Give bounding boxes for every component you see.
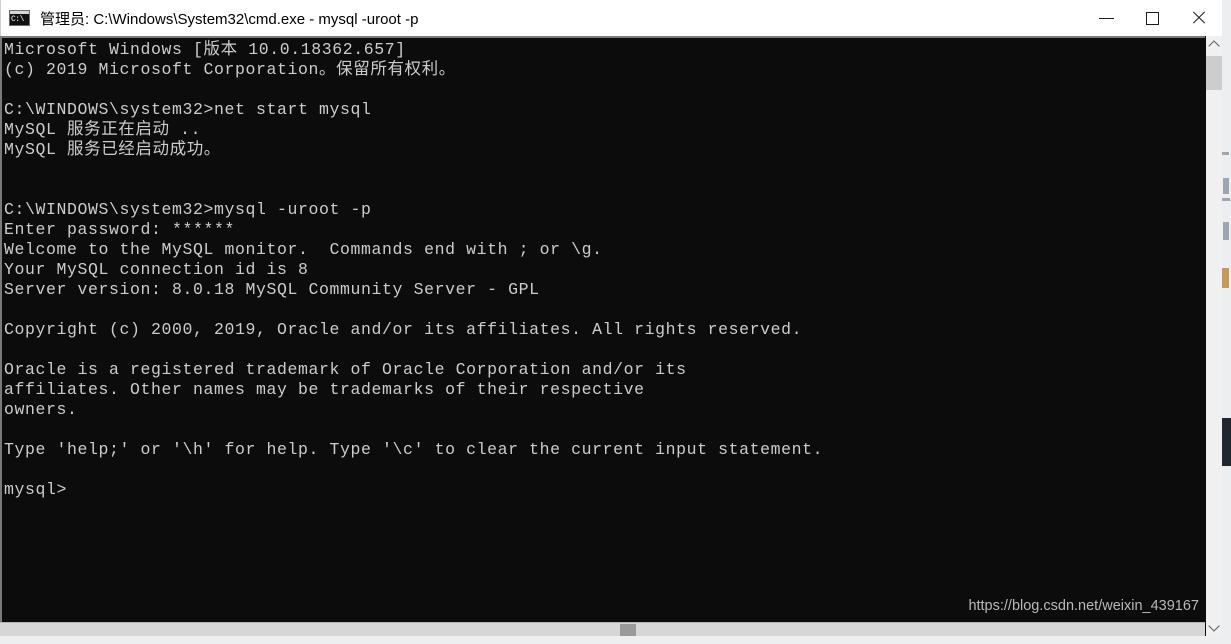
maximize-icon — [1146, 12, 1159, 25]
terminal-text: Microsoft Windows [版本 10.0.18362.657] (c… — [4, 40, 824, 499]
scroll-up-button[interactable] — [1206, 36, 1222, 54]
horizontal-scrollbar-thumb[interactable] — [620, 624, 636, 636]
vertical-scrollbar-thumb[interactable] — [1206, 56, 1222, 90]
background-artifact — [1223, 222, 1229, 240]
chevron-up-icon — [1208, 40, 1220, 52]
minimize-icon — [1099, 18, 1114, 19]
console-body: Microsoft Windows [版本 10.0.18362.657] (c… — [0, 36, 1222, 636]
maximize-button[interactable] — [1130, 0, 1176, 36]
background-artifact — [1223, 178, 1229, 194]
console-window: C:\ 管理员: C:\Windows\System32\cmd.exe - m… — [0, 0, 1222, 636]
background-artifact — [1222, 198, 1230, 201]
watermark-url: https://blog.csdn.net/weixin_439167 — [968, 598, 1199, 614]
title-bar[interactable]: C:\ 管理员: C:\Windows\System32\cmd.exe - m… — [0, 0, 1222, 37]
horizontal-scrollbar[interactable] — [0, 622, 1205, 636]
title-bar-edge — [0, 0, 1, 36]
window-title: 管理员: C:\Windows\System32\cmd.exe - mysql… — [40, 10, 419, 28]
scroll-down-button[interactable] — [1206, 618, 1222, 636]
cmd-icon-prompt: C:\ — [10, 14, 29, 25]
chevron-down-icon — [1208, 620, 1220, 632]
background-artifact — [1222, 268, 1229, 288]
minimize-button[interactable] — [1084, 0, 1130, 36]
background-artifact — [1222, 418, 1231, 466]
window-controls — [1084, 0, 1222, 36]
cmd-console-icon: C:\ — [9, 9, 31, 27]
background-artifact — [1222, 152, 1229, 155]
terminal-output-area[interactable]: Microsoft Windows [版本 10.0.18362.657] (c… — [0, 36, 1205, 622]
close-button[interactable] — [1176, 0, 1222, 36]
vertical-scrollbar[interactable] — [1205, 36, 1222, 636]
